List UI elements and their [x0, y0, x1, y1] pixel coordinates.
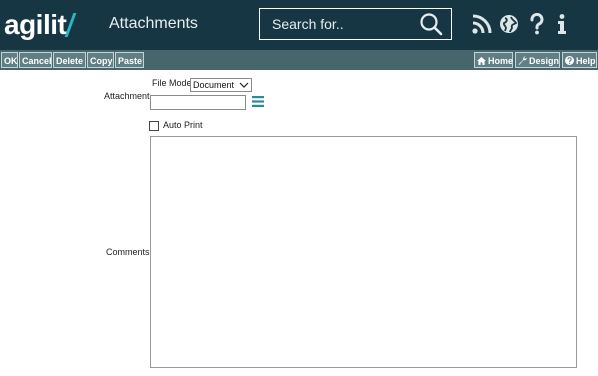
- cancel-button[interactable]: Cancel: [19, 52, 52, 68]
- paste-button[interactable]: Paste: [115, 52, 144, 68]
- toolbar: OK Cancel Delete Copy Paste Home Design …: [0, 50, 598, 70]
- search-icon[interactable]: [419, 12, 443, 36]
- auto-print-label: Auto Print: [163, 120, 203, 130]
- comments-label: Comments: [106, 247, 150, 257]
- search-input[interactable]: [272, 9, 422, 39]
- file-mode-label: File Mode: [152, 78, 192, 88]
- help-button[interactable]: Help: [562, 52, 597, 68]
- wrench-icon: [518, 56, 527, 65]
- chevron-down-icon: [239, 82, 249, 88]
- menu-list-icon[interactable]: [252, 96, 264, 107]
- help-circle-icon: [565, 56, 574, 65]
- design-label: Design: [529, 56, 560, 66]
- app-header: agilit Attachments: [0, 0, 598, 50]
- design-button[interactable]: Design: [515, 52, 560, 68]
- info-icon[interactable]: [551, 13, 573, 35]
- agility-logo[interactable]: agilit: [4, 8, 77, 42]
- attachment-field[interactable]: [150, 95, 246, 110]
- home-icon: [477, 57, 486, 65]
- file-mode-value: Document: [193, 80, 235, 90]
- auto-print-checkbox[interactable]: [149, 121, 159, 131]
- home-label: Home: [488, 56, 514, 66]
- globe-icon[interactable]: [498, 13, 520, 35]
- help-label: Help: [576, 56, 596, 66]
- home-button[interactable]: Home: [474, 52, 513, 68]
- logo-text: agilit: [4, 9, 67, 40]
- logo-slash-mark: [64, 13, 77, 37]
- page-title: Attachments: [109, 15, 198, 32]
- file-mode-select[interactable]: Document: [190, 78, 252, 92]
- ok-button[interactable]: OK: [1, 52, 18, 68]
- search-box[interactable]: [259, 8, 452, 40]
- help-question-icon[interactable]: [526, 13, 548, 35]
- comments-textarea[interactable]: [150, 136, 577, 368]
- copy-button[interactable]: Copy: [87, 52, 114, 68]
- rss-icon[interactable]: [471, 13, 493, 35]
- attachment-label: Attachment: [104, 91, 150, 101]
- delete-button[interactable]: Delete: [53, 52, 86, 68]
